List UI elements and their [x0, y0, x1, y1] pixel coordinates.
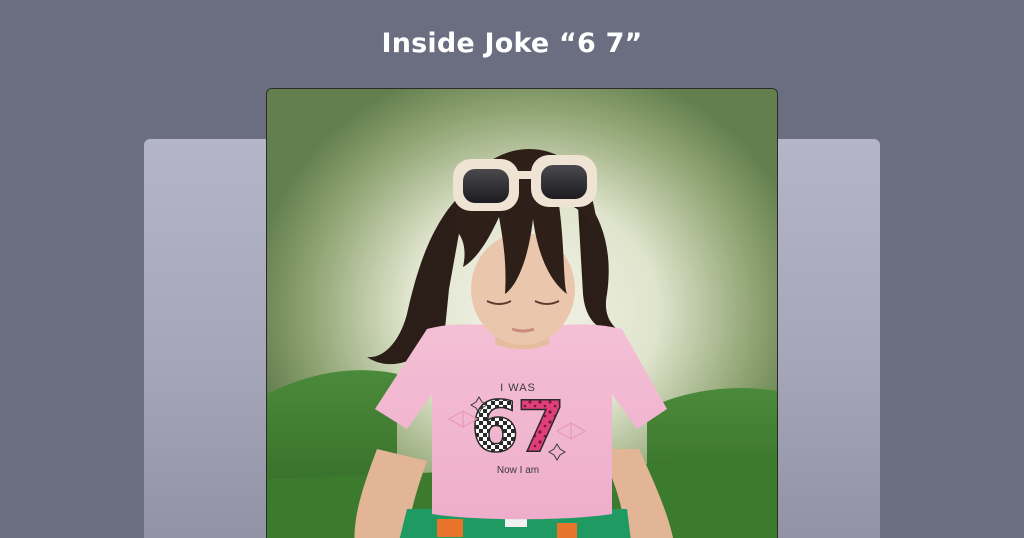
- page-title: Inside Joke “6 7”: [381, 28, 643, 59]
- shirt-text-bottom: Now I am: [497, 465, 539, 476]
- shorts-print: [437, 519, 463, 537]
- shirt-number-7: 7: [517, 386, 566, 468]
- page: Inside Joke “6 7” I WAS 6 7 Now I am: [0, 0, 1024, 538]
- product-photo: I WAS 6 7 Now I am: [266, 88, 778, 538]
- photo-illustration: I WAS 6 7 Now I am: [267, 89, 777, 538]
